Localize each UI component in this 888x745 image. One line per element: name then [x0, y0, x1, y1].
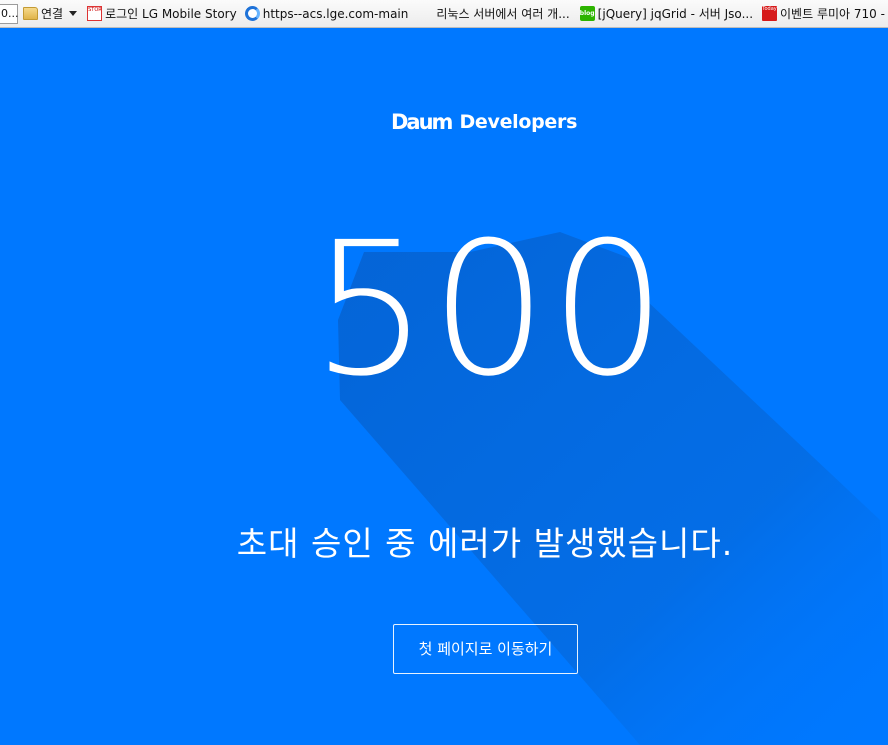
daum-developers-logo[interactable]: Daum Developers — [391, 108, 577, 136]
developers-logo-text: Developers — [459, 111, 578, 133]
error-code: 500 — [311, 203, 669, 417]
error-message: 초대 승인 중 에러가 발생했습니다. — [236, 524, 734, 563]
go-to-first-page-button[interactable]: 첫 페이지로 이동하기 — [393, 624, 578, 674]
daum-logo-mark: Daum — [391, 110, 453, 134]
